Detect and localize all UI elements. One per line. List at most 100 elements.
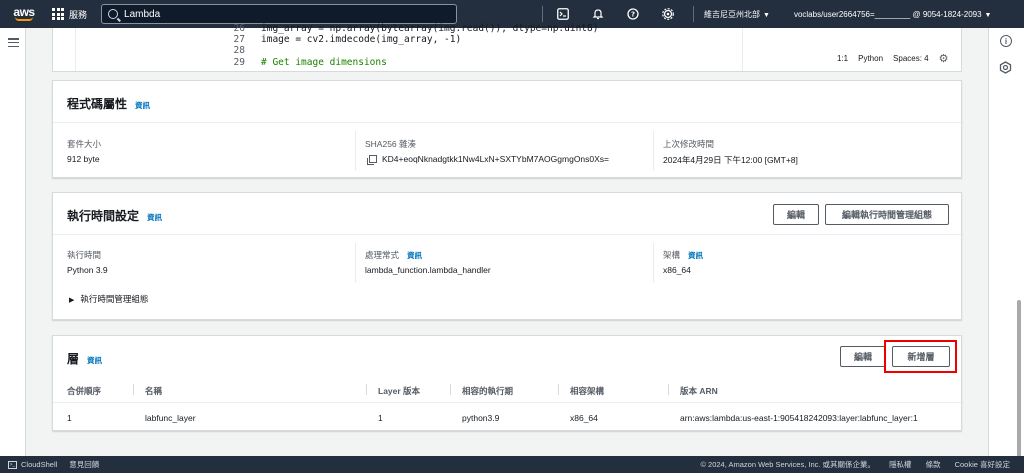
column-divider [653,131,654,171]
table-header-divider [53,402,961,403]
bell-icon[interactable] [591,8,604,21]
hamburger-menu-icon[interactable] [8,38,19,47]
copyright-text: © 2024, Amazon Web Services, Inc. 或其關係企業… [700,460,876,469]
search-input[interactable] [124,8,425,20]
code-line: 29 # Get image dimensions [223,57,387,68]
column-separator [558,384,559,395]
edit-runtime-button[interactable]: 編輯 [773,204,819,225]
runtime-management-expander[interactable]: ▶ 執行時間管理組態 [69,293,148,305]
feedback-link[interactable]: 意見回饋 [69,459,99,470]
grid-icon [52,8,64,20]
layers-title: 層 [67,352,80,366]
panel-title: 執行時間設定 資訊 [67,207,162,224]
info-link[interactable]: 資訊 [135,101,150,110]
table-cell: python3.9 [462,413,500,423]
aws-logo[interactable]: aws [6,0,42,28]
column-header[interactable]: 相容的執行期 [462,385,513,397]
editor-status-bar: 1:1 Python Spaces: 4 ⚙ [837,52,948,65]
column-header[interactable]: 版本 ARN [680,385,718,397]
cloudshell-link[interactable]: CloudShell [21,460,57,469]
column-separator [366,384,367,395]
runtime-settings-panel: 執行時間設定 資訊 編輯 編輯執行時間管理組態 執行時間 Python 3.9 處… [52,192,962,320]
code-properties-title: 程式碼屬性 [67,97,128,111]
info-link[interactable]: 資訊 [407,251,422,260]
services-menu-button[interactable]: 服務 [52,8,87,21]
package-size-value: 912 byte [67,154,100,164]
cursor-position: 1:1 [837,54,849,63]
column-header[interactable]: 合併順序 [67,385,101,397]
region-selector[interactable]: 維吉尼亞州北部 ▼ [704,9,770,20]
runtime-value: Python 3.9 [67,265,108,275]
code-editor[interactable]: 26 img_array = np.array(bytearray(img.rea… [52,23,962,72]
edit-layers-button[interactable]: 編輯 [840,346,886,367]
column-divider [355,243,356,283]
line-number: 26 [233,23,245,34]
language-mode[interactable]: Python [858,54,883,63]
column-divider [653,243,654,283]
cookie-preferences-link[interactable]: Cookie 喜好設定 [955,459,1010,470]
column-header[interactable]: Layer 版本 [378,385,420,397]
privacy-link[interactable]: 隱私權 [889,459,912,470]
handler-label-text: 處理常式 [365,250,400,260]
line-number: 29 [233,57,245,68]
info-icon[interactable]: i [1000,35,1012,47]
code-line: 28 [223,45,261,56]
nav-right-group: 維吉尼亞州北部 ▼ voclabs/user2664756=________ @ … [704,0,991,28]
terms-link[interactable]: 條款 [926,459,941,470]
sha256-label: SHA256 雜湊 [365,139,417,149]
panel-header: 層資訊 編輯 新增層 [53,336,961,378]
editor-settings-gear-icon[interactable]: ⚙ [939,52,949,65]
page-scrollbar[interactable] [1016,30,1022,473]
column-header[interactable]: 名稱 [145,385,162,397]
panel-title: 層資訊 [67,350,102,367]
help-icon[interactable]: ? [626,8,639,21]
account-label: voclabs/user2664756=________ @ 9054-1824… [793,9,982,19]
info-link[interactable]: 資訊 [688,251,703,260]
account-menu[interactable]: voclabs/user2664756=________ @ 9054-1824… [794,10,992,19]
edit-runtime-management-button[interactable]: 編輯執行時間管理組態 [825,204,949,225]
svg-text:?: ? [630,11,634,19]
code-line: 26 img_array = np.array(bytearray(img.rea… [223,23,599,34]
caret-right-icon: ▶ [69,297,75,304]
caret-down-icon: ▼ [984,11,992,19]
cloudshell-icon[interactable] [556,8,569,21]
info-link[interactable]: 資訊 [87,356,102,365]
handler-value: lambda_function.lambda_handler [365,265,491,275]
left-side-navigation [0,28,26,456]
aws-smile-icon [15,17,33,21]
panel-title: 程式碼屬性 資訊 [67,95,150,112]
layers-panel: 層資訊 編輯 新增層 合併順序 名稱 Layer 版本 相容的執行期 相容架構 … [52,335,962,431]
expander-label: 執行時間管理組態 [80,294,149,304]
highlight-annotation-box [884,340,957,373]
architecture-label-text: 架構 [663,250,681,260]
column-header[interactable]: 相容架構 [570,385,604,397]
caret-down-icon: ▼ [763,11,770,19]
indent-setting[interactable]: Spaces: 4 [893,54,929,63]
line-code: # Get image dimensions [261,57,387,68]
runtime-label: 執行時間 [67,250,102,260]
search-box[interactable] [101,4,458,24]
last-modified-value: 2024年4月29日 下午12:00 [GMT+8] [663,155,798,165]
nav-separator [542,6,543,22]
line-code: img_array = np.array(bytearray(img.read(… [261,23,599,34]
region-label: 維吉尼亞州北部 [704,9,760,19]
hexagon-badge-icon[interactable] [999,61,1012,76]
line-number: 28 [233,45,245,56]
panel-header: 程式碼屬性 資訊 [53,81,961,123]
line-code: image = cv2.imdecode(img_array, -1) [261,34,462,45]
services-label: 服務 [69,9,88,20]
last-modified-label: 上次修改時間 [663,139,715,149]
gear-icon[interactable] [661,8,674,21]
column-divider [355,131,356,171]
table-cell: arn:aws:lambda:us-east-1:905418242093:la… [680,413,918,423]
sha256-value: KD4+eoqNknadgtkk1Nw4LxN+SXTYbM7AOGgmgOns… [367,154,609,165]
info-link[interactable]: 資訊 [147,213,162,222]
panel-header: 執行時間設定 資訊 編輯 編輯執行時間管理組態 [53,193,961,235]
copy-icon[interactable] [367,155,377,165]
table-cell: labfunc_layer [145,413,196,423]
nav-separator [693,6,694,22]
scrollbar-thumb[interactable] [1017,300,1021,473]
architecture-value: x86_64 [663,265,691,275]
column-separator [668,384,669,395]
table-cell: 1 [67,413,72,423]
